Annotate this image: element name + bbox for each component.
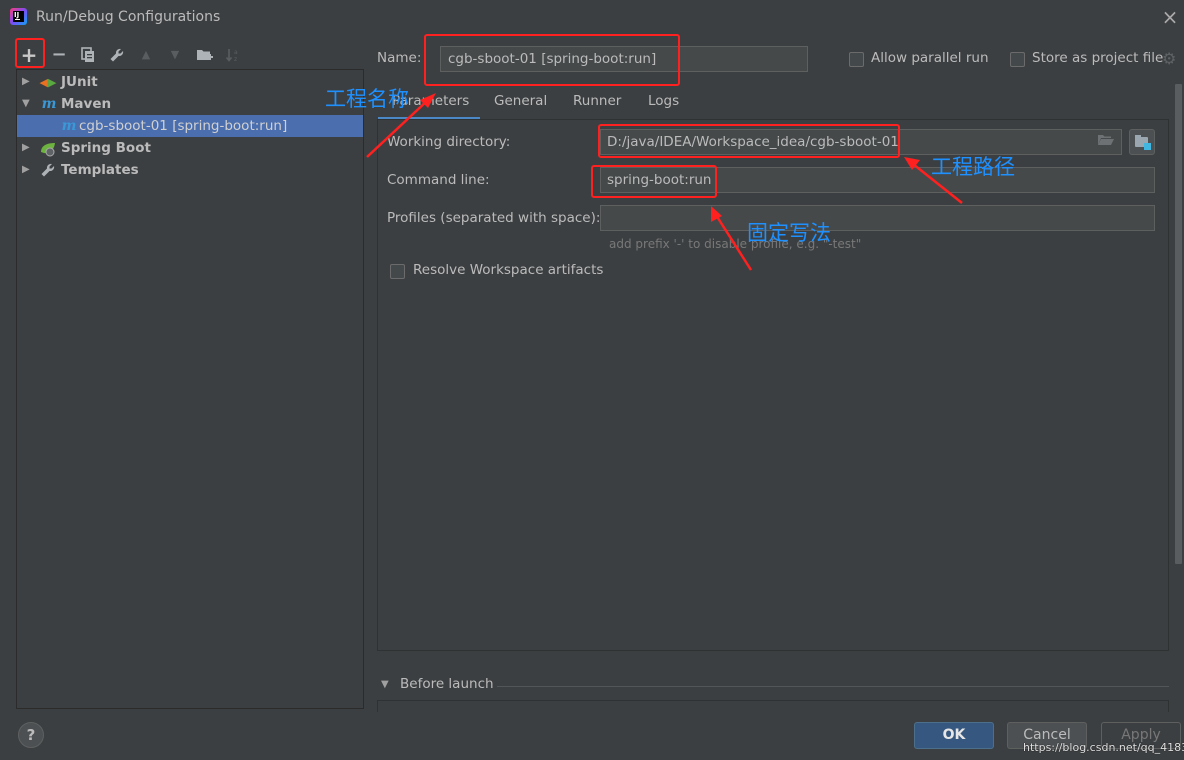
annotation-arrow-fixed	[714, 214, 753, 271]
annotation-project-name: 工程名称	[325, 87, 409, 111]
watermark: https://blog.csdn.net/qq_41833455	[1023, 741, 1184, 754]
annotation-fixed-syntax: 固定写法	[747, 221, 831, 245]
annotation-arrows	[366, 93, 963, 271]
annotation-project-path: 工程路径	[931, 155, 1015, 179]
